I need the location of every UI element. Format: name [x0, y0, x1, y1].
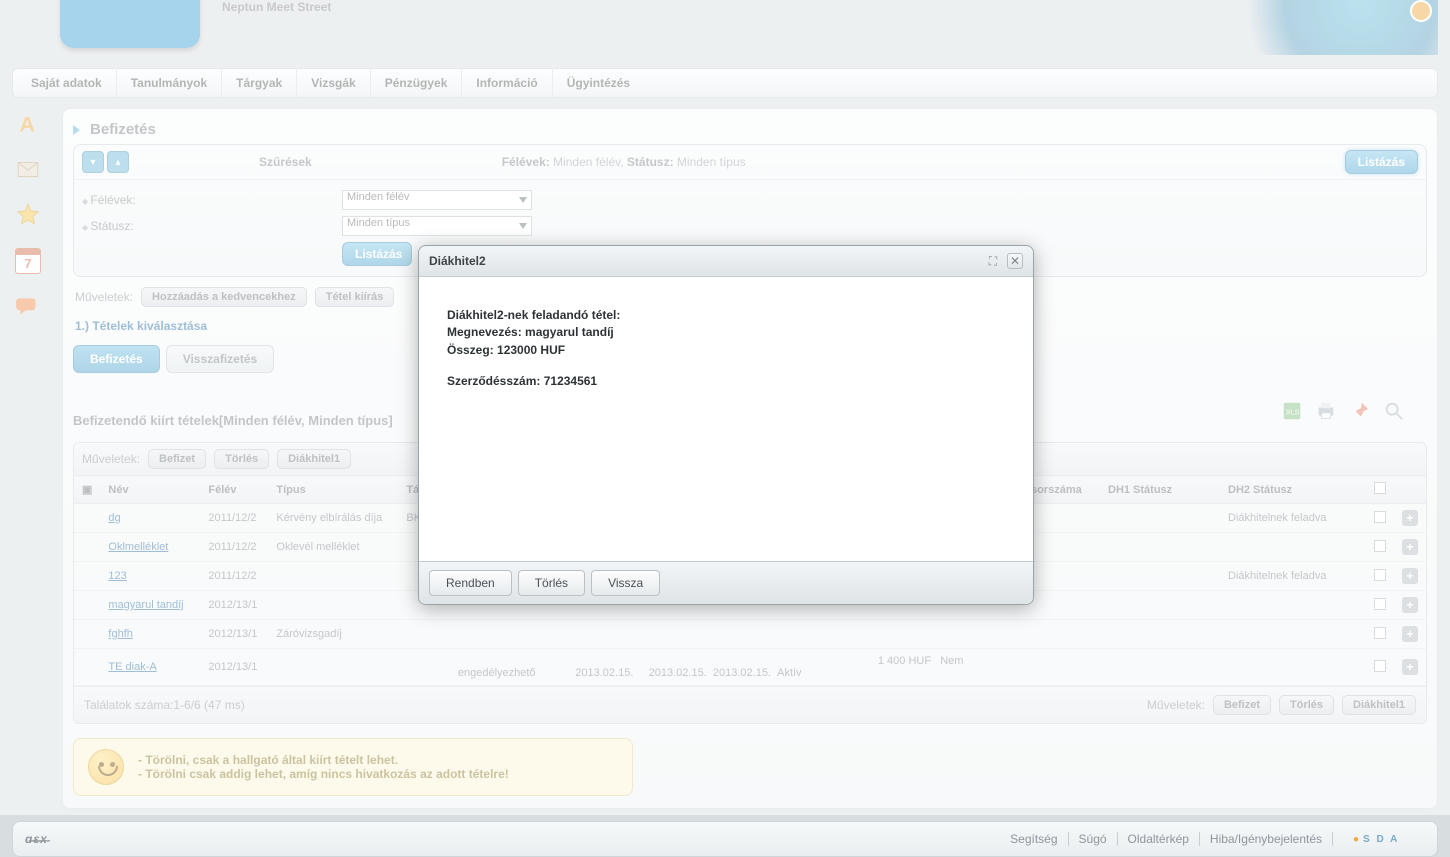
modal-title: Diákhitel2: [429, 254, 486, 268]
modal-expand-icon[interactable]: ⛶: [985, 253, 1001, 269]
modal-close-icon[interactable]: ✕: [1007, 253, 1023, 269]
footer-link-hiba[interactable]: Hiba/Igénybejelentés: [1210, 832, 1333, 846]
modal-value-osszeg: 123000 HUF: [497, 343, 565, 357]
modal-value-megnevezes: magyarul tandíj: [525, 325, 614, 339]
footer-link-segitseg[interactable]: Segítség: [1010, 832, 1068, 846]
modal-label-szerzodesszam: Szerződésszám:: [447, 374, 540, 388]
footer-logo-left: ɑ̶ɛ̶x̶: [25, 832, 48, 846]
modal-label-megnevezes: Megnevezés:: [447, 325, 522, 339]
diakhitel2-modal: Diákhitel2 ⛶ ✕ Diákhitel2-nek feladandó …: [418, 245, 1034, 605]
modal-ok-button[interactable]: Rendben: [429, 570, 512, 596]
modal-back-button[interactable]: Vissza: [591, 570, 660, 596]
footer-link-oldalterkep[interactable]: Oldaltérkép: [1128, 832, 1200, 846]
footer-bar: ɑ̶ɛ̶x̶ Segítség Súgó Oldaltérkép Hiba/Ig…: [12, 821, 1438, 857]
modal-label-osszeg: Összeg:: [447, 343, 494, 357]
sda-logo: S D A: [1353, 829, 1425, 849]
footer-link-sugo[interactable]: Súgó: [1079, 832, 1118, 846]
modal-value-szerzodesszam: 71234561: [544, 374, 597, 388]
modal-delete-button[interactable]: Törlés: [518, 570, 585, 596]
modal-line-item: Diákhitel2-nek feladandó tétel:: [447, 308, 620, 322]
